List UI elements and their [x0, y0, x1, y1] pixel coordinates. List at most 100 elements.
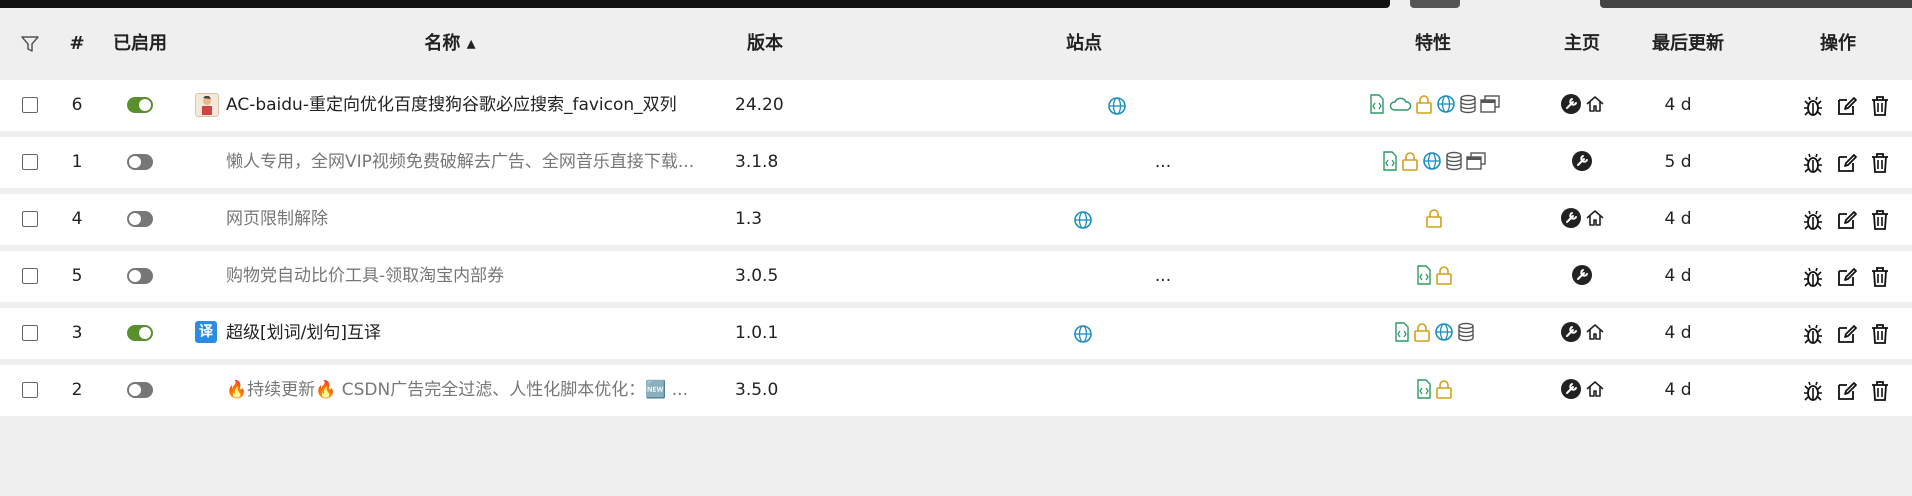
- homepage-icons: [1540, 251, 1624, 302]
- site-globe-icon[interactable]: [1073, 308, 1093, 359]
- script-row[interactable]: 1 懒人专用，全网VIP视频免费破解去广告、全网音乐直接下载... 3.1.8...…: [0, 137, 1912, 188]
- toggle-knob: [129, 270, 141, 282]
- bug-icon[interactable]: [1802, 323, 1824, 345]
- edit-icon[interactable]: [1836, 380, 1858, 402]
- row-checkbox[interactable]: [22, 154, 38, 170]
- row-checkbox[interactable]: [22, 325, 38, 341]
- script-name-link[interactable]: 网页限制解除: [226, 194, 726, 245]
- home-icon[interactable]: [1585, 208, 1605, 232]
- bug-icon[interactable]: [1802, 380, 1824, 402]
- site-more[interactable]: ...: [1148, 251, 1178, 302]
- feature-icons: [1324, 137, 1544, 188]
- row-checkbox[interactable]: [22, 97, 38, 113]
- toggle-knob: [129, 156, 141, 168]
- script-name-link[interactable]: 超级[划词/划句]互译: [226, 308, 726, 359]
- column-homepage[interactable]: 主页: [1552, 8, 1612, 80]
- script-name-link[interactable]: 购物党自动比价工具-领取淘宝内部券: [226, 251, 726, 302]
- trash-icon[interactable]: [1870, 266, 1890, 288]
- globe-icon: [1434, 322, 1454, 346]
- home-icon[interactable]: [1585, 379, 1605, 403]
- feature-icons: [1324, 308, 1544, 359]
- trash-icon[interactable]: [1870, 323, 1890, 345]
- row-actions: [1802, 365, 1890, 416]
- enabled-toggle[interactable]: [127, 325, 153, 341]
- edit-icon[interactable]: [1836, 95, 1858, 117]
- trash-icon[interactable]: [1870, 95, 1890, 117]
- code-file-icon: [1416, 264, 1432, 289]
- column-name[interactable]: 名称 ▴: [400, 8, 500, 80]
- enabled-toggle[interactable]: [127, 382, 153, 398]
- site-globe-icon[interactable]: [1073, 194, 1093, 245]
- filter-icon[interactable]: [18, 8, 42, 80]
- bug-icon[interactable]: [1802, 209, 1824, 231]
- home-icon[interactable]: [1585, 322, 1605, 346]
- support-wrench-icon[interactable]: [1571, 264, 1593, 290]
- support-wrench-icon[interactable]: [1560, 93, 1582, 119]
- column-features[interactable]: 特性: [1403, 8, 1463, 80]
- script-name-link[interactable]: 懒人专用，全网VIP视频免费破解去广告、全网音乐直接下载...: [226, 137, 726, 188]
- script-row[interactable]: 6 AC-baidu-重定向优化百度搜狗谷歌必应搜索_favicon_双列 24.2…: [0, 80, 1912, 131]
- feature-icons: [1324, 80, 1544, 131]
- tab-bar-right: [1600, 0, 1912, 8]
- edit-icon[interactable]: [1836, 323, 1858, 345]
- top-scroll-strip: [0, 0, 1912, 8]
- column-sites[interactable]: 站点: [1054, 8, 1114, 80]
- bug-icon[interactable]: [1802, 266, 1824, 288]
- trash-icon[interactable]: [1870, 152, 1890, 174]
- script-name-link[interactable]: 🔥持续更新🔥 CSDN广告完全过滤、人性化脚本优化：🆕 ...: [226, 365, 726, 416]
- row-checkbox[interactable]: [22, 211, 38, 227]
- script-row[interactable]: 4 网页限制解除 1.3 4 d: [0, 194, 1912, 245]
- script-version: 1.3: [735, 209, 763, 229]
- tab-bar-left: [0, 0, 1390, 8]
- lock-icon: [1401, 151, 1419, 175]
- site-more[interactable]: ...: [1148, 137, 1178, 188]
- row-actions: [1802, 80, 1890, 131]
- code-file-icon: [1416, 378, 1432, 403]
- support-wrench-icon[interactable]: [1560, 207, 1582, 233]
- database-icon: [1457, 322, 1475, 346]
- script-row[interactable]: 3 译超级[划词/划句]互译 1.0.1 4 d: [0, 308, 1912, 359]
- column-index[interactable]: #: [62, 8, 92, 80]
- support-wrench-icon[interactable]: [1571, 150, 1593, 176]
- last-updated: 4 d: [1664, 266, 1692, 286]
- script-favicon: [195, 93, 219, 117]
- support-wrench-icon[interactable]: [1560, 378, 1582, 404]
- script-row[interactable]: 5 购物党自动比价工具-领取淘宝内部券 3.0.5... 4 d: [0, 251, 1912, 302]
- column-actions: 操作: [1820, 33, 1856, 54]
- home-icon[interactable]: [1585, 94, 1605, 118]
- edit-icon[interactable]: [1836, 152, 1858, 174]
- edit-icon[interactable]: [1836, 266, 1858, 288]
- row-checkbox[interactable]: [22, 382, 38, 398]
- translate-icon: 译: [195, 321, 217, 343]
- row-index: 1: [71, 152, 83, 172]
- toggle-knob: [129, 384, 141, 396]
- enabled-toggle[interactable]: [127, 154, 153, 170]
- site-globe-icon[interactable]: [1107, 80, 1127, 131]
- homepage-icons: [1540, 194, 1624, 245]
- script-name-link[interactable]: AC-baidu-重定向优化百度搜狗谷歌必应搜索_favicon_双列: [226, 80, 726, 131]
- row-actions: [1802, 251, 1890, 302]
- enabled-toggle[interactable]: [127, 97, 153, 113]
- bug-icon[interactable]: [1802, 95, 1824, 117]
- support-wrench-icon[interactable]: [1560, 321, 1582, 347]
- script-version: 3.5.0: [735, 380, 779, 400]
- trash-icon[interactable]: [1870, 380, 1890, 402]
- row-checkbox[interactable]: [22, 268, 38, 284]
- column-enabled[interactable]: 已启用: [108, 8, 172, 80]
- column-version[interactable]: 版本: [735, 8, 795, 80]
- script-row[interactable]: 2 🔥持续更新🔥 CSDN广告完全过滤、人性化脚本优化：🆕 ... 3.5.0 4 d: [0, 365, 1912, 416]
- enabled-toggle[interactable]: [127, 268, 153, 284]
- column-updated[interactable]: 最后更新: [1633, 8, 1743, 80]
- bug-icon[interactable]: [1802, 152, 1824, 174]
- row-actions: [1802, 194, 1890, 245]
- tab-bar-handle: [1410, 0, 1460, 8]
- homepage-icons: [1540, 137, 1624, 188]
- enabled-toggle[interactable]: [127, 211, 153, 227]
- windows-icon: [1466, 151, 1486, 174]
- lock-icon: [1425, 208, 1443, 232]
- edit-icon[interactable]: [1836, 209, 1858, 231]
- database-icon: [1445, 151, 1463, 175]
- row-actions: [1802, 137, 1890, 188]
- database-icon: [1459, 94, 1477, 118]
- trash-icon[interactable]: [1870, 209, 1890, 231]
